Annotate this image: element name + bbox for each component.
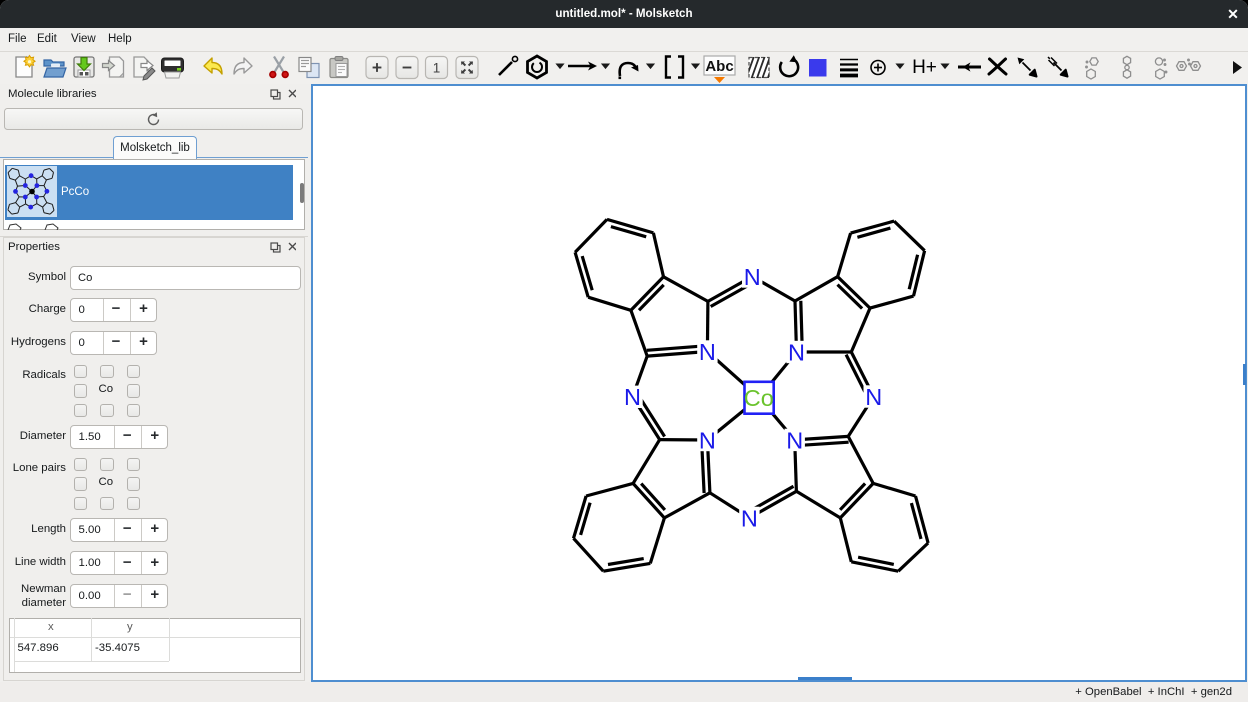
svg-text:N: N <box>699 339 716 365</box>
svg-text:Co: Co <box>744 385 774 411</box>
svg-text:N: N <box>699 427 716 453</box>
svg-text:N: N <box>741 505 758 531</box>
svg-text:H+: H+ <box>912 57 937 78</box>
svg-text:1: 1 <box>433 60 441 75</box>
svg-text:Abc: Abc <box>705 58 733 75</box>
svg-text:N: N <box>786 427 803 453</box>
svg-text:N: N <box>744 264 761 290</box>
svg-text:N: N <box>865 384 882 410</box>
svg-text:N: N <box>624 384 641 410</box>
svg-text:N: N <box>788 339 805 365</box>
